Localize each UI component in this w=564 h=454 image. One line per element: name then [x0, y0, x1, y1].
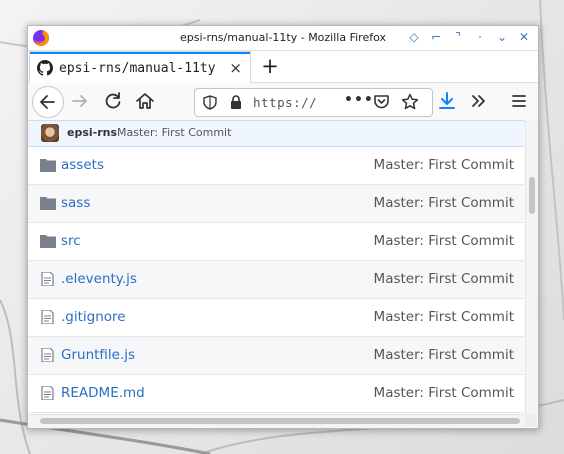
tab-active[interactable]: epsi-rns/manual-11ty × — [30, 52, 250, 83]
title-bar: epsi-rns/manual-11ty - Mozilla Firefox ◇… — [28, 26, 538, 51]
table-row[interactable]: src Master: First Commit — [28, 223, 524, 261]
minimize-icon[interactable]: ⌄ — [494, 29, 510, 45]
file-commit-message[interactable]: Master: First Commit — [374, 309, 514, 325]
shield-icon[interactable] — [203, 95, 217, 110]
back-arrow-icon — [40, 95, 55, 109]
page-actions-menu-icon[interactable]: ••• — [344, 92, 374, 108]
bookmark-star-icon[interactable] — [401, 93, 419, 111]
table-row[interactable]: .eleventy.js Master: First Commit — [28, 261, 524, 299]
file-name-link[interactable]: src — [61, 233, 81, 249]
folder-icon — [40, 159, 56, 172]
maximize-icon[interactable]: ⌝ — [450, 29, 466, 45]
shade-icon[interactable]: ⌐ — [428, 29, 444, 45]
file-list: assets Master: First Commit sass Master:… — [28, 147, 524, 413]
file-name-link[interactable]: assets — [61, 157, 104, 173]
file-name-link[interactable]: .eleventy.js — [61, 271, 137, 287]
url-bar[interactable]: https:// ••• — [194, 88, 433, 117]
back-button[interactable] — [32, 86, 64, 118]
file-icon — [41, 272, 54, 286]
file-name-link[interactable]: README.md — [61, 385, 145, 401]
browser-window: epsi-rns/manual-11ty - Mozilla Firefox ◇… — [27, 25, 539, 429]
file-commit-message[interactable]: Master: First Commit — [374, 157, 514, 173]
table-row[interactable]: Gruntfile.js Master: First Commit — [28, 337, 524, 375]
commit-message[interactable]: Master: First Commit — [117, 126, 231, 139]
reload-icon[interactable] — [101, 89, 125, 113]
scrollbar-corner — [525, 414, 537, 427]
avatar[interactable] — [41, 124, 59, 142]
overflow-chevrons-icon[interactable] — [467, 89, 491, 113]
file-commit-message[interactable]: Master: First Commit — [374, 195, 514, 211]
horizontal-scrollbar[interactable] — [28, 414, 524, 428]
file-name-link[interactable]: sass — [61, 195, 90, 211]
file-commit-message[interactable]: Master: First Commit — [374, 385, 514, 401]
file-name-link[interactable]: .gitignore — [61, 309, 126, 325]
folder-icon — [40, 235, 56, 248]
file-commit-message[interactable]: Master: First Commit — [374, 233, 514, 249]
download-icon[interactable] — [435, 89, 459, 113]
page-content: epsi-rns Master: First Commit assets Mas… — [28, 120, 524, 414]
navigation-toolbar: https:// ••• — [28, 83, 538, 122]
tab-title: epsi-rns/manual-11ty — [59, 61, 216, 76]
file-icon — [41, 348, 54, 362]
commit-author[interactable]: epsi-rns — [67, 126, 117, 139]
close-window-icon[interactable]: ✕ — [516, 29, 532, 45]
latest-commit-bar: epsi-rns Master: First Commit — [28, 120, 524, 147]
file-icon — [41, 386, 54, 400]
table-row[interactable]: sass Master: First Commit — [28, 185, 524, 223]
on-all-desktops-icon[interactable]: · — [472, 29, 488, 45]
vertical-scrollbar[interactable] — [525, 120, 538, 414]
forward-arrow-icon[interactable] — [68, 89, 92, 113]
file-name-link[interactable]: Gruntfile.js — [61, 347, 135, 363]
file-icon — [41, 310, 54, 324]
tab-close-icon[interactable]: × — [229, 59, 242, 77]
lock-icon[interactable] — [229, 94, 243, 110]
table-row[interactable]: README.md Master: First Commit — [28, 375, 524, 413]
url-text[interactable]: https:// — [253, 95, 317, 110]
new-tab-button[interactable]: + — [258, 54, 282, 78]
folder-icon — [40, 197, 56, 210]
file-commit-message[interactable]: Master: First Commit — [374, 271, 514, 287]
table-row[interactable]: .gitignore Master: First Commit — [28, 299, 524, 337]
keep-above-icon[interactable]: ◇ — [406, 29, 422, 45]
horizontal-scroll-thumb[interactable] — [40, 418, 520, 424]
vertical-scroll-thumb[interactable] — [529, 177, 535, 214]
table-row[interactable]: assets Master: First Commit — [28, 147, 524, 185]
pocket-icon[interactable] — [373, 94, 390, 110]
tab-bar: epsi-rns/manual-11ty × + — [28, 51, 538, 83]
window-controls: ◇ ⌐ ⌝ · ⌄ ✕ — [406, 29, 532, 45]
file-commit-message[interactable]: Master: First Commit — [374, 347, 514, 363]
hamburger-menu-icon[interactable] — [507, 89, 531, 113]
github-icon — [37, 60, 53, 76]
home-icon[interactable] — [133, 89, 157, 113]
